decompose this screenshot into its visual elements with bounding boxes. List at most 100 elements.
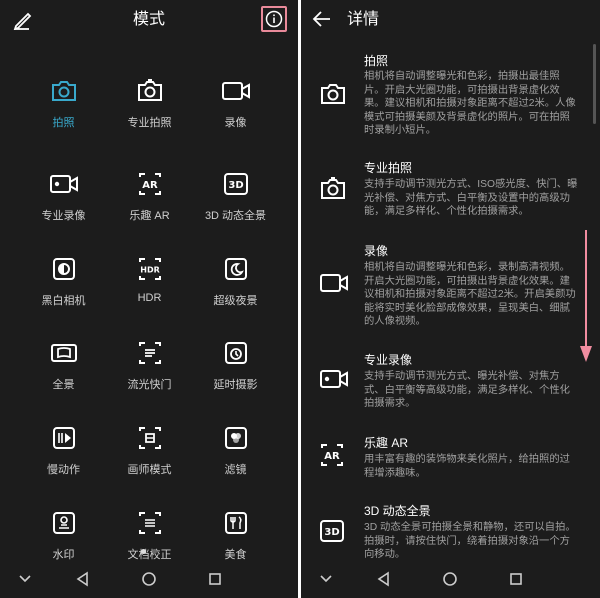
mode-label: HDR (137, 292, 162, 304)
hdr-icon: HDR (138, 258, 161, 280)
desc-line: 能，满足多样化、个性化拍摄需求。 (364, 206, 529, 218)
page-dot (152, 549, 157, 554)
chevron-down-icon[interactable] (318, 571, 334, 592)
pro-video-icon (49, 175, 78, 193)
detail-description: 用丰富有趣的装饰物来美化照片，给拍照的过 程增添趣味。 (364, 453, 588, 480)
recents-square-icon[interactable] (508, 571, 524, 592)
pro-video-icon (320, 370, 348, 388)
home-circle-icon[interactable] (442, 571, 458, 592)
desc-line: 果。建议相机和拍摄对象距离不超过2米。人像 (364, 98, 576, 110)
mode-light-painting[interactable]: 流光快门 (100, 340, 199, 426)
desc-line: 程增添趣味。 (364, 467, 426, 479)
desc-line: 议相机和拍摄对象距离不超过2米。开启美颜功 (364, 289, 576, 301)
mode-label: 乐趣 AR (129, 210, 170, 222)
detail-description: 3D 动态全景可拍摄全景和静物，还可以自拍。 拍摄时，请按住快门，绕着拍摄对象沿… (364, 521, 588, 561)
night-icon (224, 258, 247, 280)
food-icon (224, 512, 247, 534)
mode-label: 画师模式 (127, 464, 172, 476)
desc-line: 3D 动态全景可拍摄全景和静物，还可以自拍。 (364, 522, 576, 533)
desc-line: 片。开启大光圈功能，可拍摄出背景虚化效 (364, 84, 560, 96)
desc-line: 支持手动调节测光方式、曝光补偿、对焦方 (364, 371, 560, 382)
camera-icon (321, 84, 345, 104)
desc-line: 光补偿、对焦方式、白平衡及设置中的高级功 (364, 192, 570, 204)
mode-video[interactable]: 录像 (186, 78, 285, 164)
mode-monochrome[interactable]: 黑白相机 (14, 256, 113, 342)
mode-label: 3D 动态全景 (204, 210, 267, 222)
header-bar: 详情 (301, 0, 600, 40)
details-panel: 详情 拍照 相机将自动调整曝光和色彩，拍摄出最佳照 片。开启大光圈功能，可拍摄出… (301, 0, 600, 598)
mode-panorama[interactable]: 全景 (14, 340, 113, 426)
mode-label: 延时摄影 (213, 379, 258, 391)
artist-icon (138, 427, 161, 449)
camera-icon (51, 81, 76, 101)
mode-label: 流光快门 (127, 379, 172, 391)
watermark-icon (52, 512, 75, 534)
svg-text:AR: AR (324, 451, 340, 462)
mode-label: 全景 (52, 379, 75, 391)
page-title: 模式 (132, 11, 165, 28)
desc-line: 能将实时美化脸部成像效果，呈现美白、细腻 (364, 302, 570, 314)
3d-icon: 3D (223, 173, 248, 195)
mode-3d[interactable]: 3D 3D 动态全景 (186, 171, 285, 257)
scrollbar[interactable] (593, 44, 596, 124)
nav-bar (0, 562, 298, 598)
desc-line: 开启大光圈功能，可拍摄出背景虚化效果。建 (364, 275, 570, 287)
detail-description: 支持手动调节测光方式、曝光补偿、对焦方 式、白平衡等高级功能，满足多样化、个性化… (364, 370, 588, 411)
ar-icon: AR (321, 444, 343, 466)
timelapse-icon (224, 342, 247, 364)
filter-icon (224, 427, 247, 449)
3d-icon: 3D (320, 520, 344, 542)
desc-line: 模式可拍摄美颜及背景虚化的照片。可在拍照 (364, 111, 570, 123)
mode-pro-photo[interactable]: 专业拍照 (100, 78, 199, 164)
desc-line: 向移动。 (364, 549, 406, 561)
svg-text:HDR: HDR (140, 266, 160, 275)
mode-pro-video[interactable]: 专业录像 (14, 171, 113, 257)
svg-text:3D: 3D (228, 180, 243, 191)
detail-description: 支持手动调节测光方式、ISO感光度、快门、曝 光补偿、对焦方式、白平衡及设置中的… (364, 178, 588, 219)
detail-title: 专业录像 (364, 353, 413, 367)
back-arrow-icon[interactable] (312, 9, 332, 34)
detail-title: 乐趣 AR (364, 436, 409, 450)
recents-square-icon[interactable] (207, 571, 223, 592)
nav-bar (301, 562, 600, 598)
detail-title: 拍照 (364, 54, 389, 68)
desc-line: 相机将自动调整曝光和色彩，录制高清视频。 (364, 262, 570, 273)
chevron-down-icon[interactable] (17, 571, 33, 592)
mode-filter[interactable]: 滤镜 (186, 425, 285, 511)
desc-line: 相机将自动调整曝光和色彩，拍摄出最佳照 (364, 71, 560, 82)
mode-night[interactable]: 超级夜景 (186, 256, 285, 342)
mode-label: 滤镜 (224, 464, 247, 476)
desc-line: 支持手动调节测光方式、ISO感光度、快门、曝 (364, 179, 578, 190)
desc-line: 拍摄需求。 (364, 398, 416, 410)
mode-artist[interactable]: 画师模式 (100, 425, 199, 511)
monochrome-icon (52, 258, 75, 280)
back-triangle-icon[interactable] (376, 571, 392, 592)
mode-ar[interactable]: AR 乐趣 AR (100, 171, 199, 257)
info-icon[interactable] (261, 6, 287, 32)
desc-line: 用丰富有趣的装饰物来美化照片，给拍照的过 (364, 454, 570, 465)
detail-description: 相机将自动调整曝光和色彩，录制高清视频。 开启大光圈功能，可拍摄出背景虚化效果。… (364, 261, 588, 329)
pro-camera-icon (321, 177, 345, 199)
svg-text:AR: AR (142, 180, 158, 191)
mode-label: 专业录像 (41, 210, 86, 222)
header-bar: 模式 (0, 0, 298, 40)
mode-photo[interactable]: 拍照 (14, 78, 113, 164)
mode-label: 拍照 (52, 117, 75, 129)
page-title: 详情 (347, 11, 380, 28)
panorama-icon (50, 344, 77, 362)
mode-timelapse[interactable]: 延时摄影 (186, 340, 285, 426)
detail-title: 3D 动态全景 (364, 504, 431, 518)
pro-camera-icon (137, 79, 162, 101)
mode-hdr[interactable]: HDR HDR (100, 256, 199, 342)
mode-slow-motion[interactable]: 慢动作 (14, 425, 113, 511)
mode-label: 超级夜景 (213, 295, 258, 307)
svg-text:3D: 3D (324, 527, 339, 538)
mode-label: 慢动作 (47, 464, 80, 476)
mode-label: 黑白相机 (41, 295, 86, 307)
back-triangle-icon[interactable] (75, 571, 91, 592)
document-icon (138, 512, 161, 534)
detail-description: 相机将自动调整曝光和色彩，拍摄出最佳照 片。开启大光圈功能，可拍摄出背景虚化效 … (364, 70, 588, 138)
video-icon (221, 82, 250, 100)
home-circle-icon[interactable] (141, 571, 157, 592)
mode-label: 专业拍照 (127, 117, 172, 129)
